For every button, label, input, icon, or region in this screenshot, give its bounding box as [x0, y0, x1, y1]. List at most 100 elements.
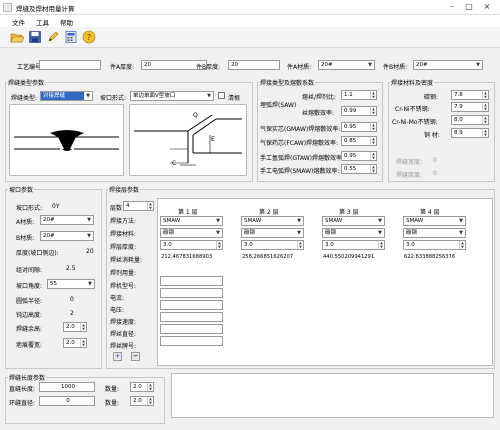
- density-row-0-label: 碳钢:: [424, 94, 439, 101]
- layer-1-thickness-input[interactable]: 3.0 ▲ ▼: [160, 240, 223, 250]
- groove-matB-select[interactable]: 20# ▼: [40, 231, 94, 241]
- layer-1-speed-input[interactable]: [160, 312, 223, 322]
- spinner-icon[interactable]: ▲ ▼: [80, 323, 86, 331]
- layer-2-method-select[interactable]: SMAW ▼: [241, 216, 304, 226]
- method-row-0-input[interactable]: 1.1 ▲ ▼: [341, 90, 377, 100]
- chevron-down-icon: ▼: [368, 62, 372, 68]
- qty1-input[interactable]: 2.0 ▲ ▼: [130, 382, 154, 392]
- straight-input[interactable]: 1000: [39, 382, 95, 392]
- layer-3-thickness-input[interactable]: 3.0 ▲ ▼: [322, 240, 385, 250]
- spinner-icon[interactable]: ▲ ▼: [482, 129, 488, 137]
- spinner-icon[interactable]: ▲ ▼: [147, 383, 153, 391]
- close-icon[interactable]: ×: [481, 2, 493, 13]
- angle-value: 55: [50, 281, 57, 287]
- layer-2-thickness-input[interactable]: 3.0 ▲ ▼: [241, 240, 304, 250]
- density-row-0-input[interactable]: 7.8 ▲ ▼: [451, 90, 489, 100]
- spinner-icon[interactable]: ▲ ▼: [370, 165, 376, 173]
- minimize-icon[interactable]: –: [446, 2, 458, 13]
- weld-type-select[interactable]: 对接焊缝 ▼: [40, 91, 93, 101]
- layer-4-method-select[interactable]: SMAW ▼: [403, 216, 466, 226]
- row-label-thickness: 焊层厚度:: [110, 244, 137, 251]
- calculator-icon[interactable]: [64, 30, 78, 44]
- spinner-icon[interactable]: ▲ ▼: [482, 103, 488, 111]
- open-folder-icon[interactable]: [10, 30, 25, 44]
- groove-matA-value: 20#: [43, 217, 55, 223]
- density-row-3-input[interactable]: 8.9 ▲ ▼: [451, 128, 489, 138]
- straight-label: 直缝长度:: [9, 386, 36, 393]
- maximize-icon[interactable]: □: [463, 2, 475, 13]
- method-row-4-input[interactable]: 0.85 ▲ ▼: [341, 136, 377, 146]
- spinner-icon[interactable]: ▲ ▼: [216, 241, 222, 249]
- groove-matA-select[interactable]: 20# ▼: [40, 215, 94, 225]
- spinner-icon[interactable]: ▲ ▼: [80, 339, 86, 347]
- thickB-input[interactable]: 20: [228, 60, 280, 70]
- help-icon[interactable]: ?: [82, 30, 96, 44]
- qty1-value: 2.0: [133, 384, 142, 390]
- edit-pencil-icon[interactable]: [46, 30, 60, 44]
- qty2-input[interactable]: 2.0 ▲ ▼: [130, 396, 154, 406]
- layer-count-input[interactable]: 4 ▲ ▼: [123, 201, 154, 211]
- radius-label: 圆弧半径:: [16, 298, 43, 305]
- density-row-2-input[interactable]: 8.0 ▲ ▼: [451, 115, 489, 125]
- spinner-icon[interactable]: ▲ ▼: [370, 123, 376, 131]
- spinner-icon[interactable]: ▲ ▼: [370, 152, 376, 160]
- layer-4-thickness-value: 3.0: [406, 242, 415, 248]
- spinner-icon[interactable]: ▲ ▼: [370, 91, 376, 99]
- layer-4-thickness-input[interactable]: 3.0 ▲ ▼: [403, 240, 466, 250]
- layer-1-machine-input[interactable]: [160, 276, 223, 286]
- menu-file[interactable]: 文件: [12, 17, 25, 27]
- spinner-icon[interactable]: ▲ ▼: [147, 397, 153, 405]
- add-layer-button[interactable]: +: [113, 352, 122, 361]
- layer-3-material-value: 碳钢: [325, 230, 337, 236]
- method-row-3-input[interactable]: 0.95 ▲ ▼: [341, 122, 377, 132]
- density-row-1-input[interactable]: 7.9 ▲ ▼: [451, 102, 489, 112]
- layer-3-material-select[interactable]: 碳钢 ▼: [322, 228, 385, 238]
- groove-matA-label: A材质:: [16, 219, 35, 226]
- result-textarea[interactable]: [171, 373, 494, 418]
- qty1-label: 数量:: [105, 386, 120, 393]
- diagram-label-e: E: [211, 136, 215, 143]
- method-row-6-input[interactable]: 0.55 ▲ ▼: [341, 164, 377, 174]
- spinner-icon[interactable]: ▲ ▼: [370, 137, 376, 145]
- spinner-icon[interactable]: ▲ ▼: [297, 241, 303, 249]
- groove-matB-label: B材质:: [16, 235, 35, 242]
- layer-1-method-value: SMAW: [163, 218, 181, 224]
- matA-value: 20#: [321, 62, 333, 68]
- ring-input[interactable]: 0: [39, 396, 95, 406]
- blunt-value: 2: [70, 310, 74, 317]
- chevron-down-icon: ▼: [378, 218, 382, 224]
- angle-select[interactable]: 55 ▼: [47, 279, 95, 289]
- spinner-icon[interactable]: ▲ ▼: [370, 107, 376, 115]
- layer-1-wire-dia-input[interactable]: [160, 324, 223, 334]
- method-row-5-input[interactable]: 0.95 ▲ ▼: [341, 151, 377, 161]
- save-icon[interactable]: [28, 30, 42, 44]
- spinner-icon[interactable]: ▲ ▼: [482, 116, 488, 124]
- layer-3-method-value: SMAW: [325, 218, 343, 224]
- layer-1-method-select[interactable]: SMAW ▼: [160, 216, 223, 226]
- menu-help[interactable]: 帮助: [60, 17, 73, 27]
- layer-1-voltage-input[interactable]: [160, 300, 223, 310]
- layer-3-method-select[interactable]: SMAW ▼: [322, 216, 385, 226]
- spinner-icon[interactable]: ▲ ▼: [482, 91, 488, 99]
- layer-1-material-select[interactable]: 碳钢 ▼: [160, 228, 223, 238]
- layer-1-wire-grade-input[interactable]: [160, 336, 223, 346]
- layer-1-current-input[interactable]: [160, 288, 223, 298]
- spinner-icon[interactable]: ▲ ▼: [378, 241, 384, 249]
- reinforcement-input[interactable]: 2.0 ▲ ▼: [63, 322, 87, 332]
- proc-input[interactable]: [39, 60, 101, 70]
- chevron-down-icon: ▼: [88, 281, 92, 287]
- groove-form-select[interactable]: 单边单面V型坡口 ▼: [130, 91, 214, 101]
- scar-input[interactable]: 2.0 ▲ ▼: [63, 338, 87, 348]
- matB-select[interactable]: 20# ▼: [413, 60, 483, 70]
- menu-tools[interactable]: 工具: [36, 17, 49, 27]
- remove-layer-button[interactable]: −: [131, 352, 140, 361]
- layer-4-material-select[interactable]: 碳钢 ▼: [403, 228, 466, 238]
- matA-select[interactable]: 20# ▼: [318, 60, 375, 70]
- layer-2-material-select[interactable]: 碳钢 ▼: [241, 228, 304, 238]
- spinner-icon[interactable]: ▲ ▼: [147, 202, 153, 210]
- clear-root-checkbox[interactable]: [218, 92, 225, 99]
- spinner-icon[interactable]: ▲ ▼: [459, 241, 465, 249]
- weld-type-title: 焊缝类型参数: [7, 78, 46, 87]
- diagram-label-c: C: [172, 160, 177, 167]
- method-row-2-input[interactable]: 0.99 ▲ ▼: [341, 106, 377, 116]
